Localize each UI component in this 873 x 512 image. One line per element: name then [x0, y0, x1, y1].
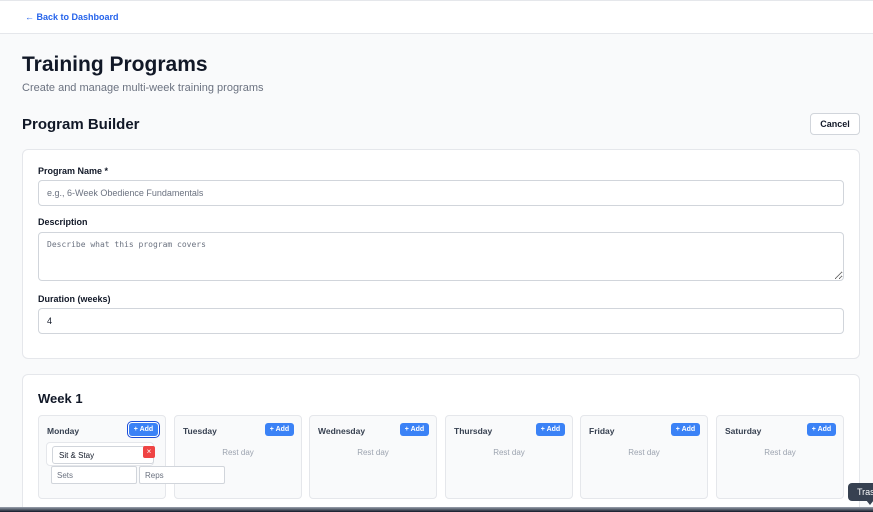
rest-day-label: Rest day [357, 448, 389, 457]
week-card: Week 1 Monday + Add × Tuesday + Add Rest… [22, 374, 860, 512]
program-builder-title: Program Builder [22, 116, 140, 133]
rest-day-label: Rest day [628, 448, 660, 457]
description-textarea[interactable] [38, 232, 844, 281]
add-exercise-button[interactable]: + Add [400, 423, 429, 436]
day-name: Monday [47, 426, 80, 436]
week-title: Week 1 [38, 391, 83, 406]
add-exercise-button[interactable]: + Add [129, 423, 158, 436]
description-label: Description [38, 217, 88, 227]
day-name: Tuesday [183, 426, 217, 436]
tooltip-arrow [866, 500, 873, 505]
day-name: Saturday [725, 426, 762, 436]
rest-day-label: Rest day [222, 448, 254, 457]
add-exercise-button[interactable]: + Add [265, 423, 294, 436]
day-column-monday: Monday + Add × [38, 415, 166, 499]
cancel-button[interactable]: Cancel [810, 113, 860, 135]
exercise-item: × [46, 442, 155, 466]
program-name-label: Program Name * [38, 166, 109, 176]
program-form-card: Program Name * Description Duration (wee… [22, 149, 860, 359]
bottom-edge [0, 507, 873, 512]
day-column-wednesday: Wednesday + Add Rest day [309, 415, 437, 499]
add-exercise-button[interactable]: + Add [807, 423, 836, 436]
rest-day-label: Rest day [493, 448, 525, 457]
day-column-friday: Friday + Add Rest day [580, 415, 708, 499]
exercise-name-input[interactable] [52, 446, 154, 464]
add-exercise-button[interactable]: + Add [671, 423, 700, 436]
page-subtitle: Create and manage multi-week training pr… [22, 82, 264, 94]
day-name: Thursday [454, 426, 493, 436]
duration-label: Duration (weeks) [38, 294, 111, 304]
day-column-tuesday: Tuesday + Add Rest day [174, 415, 302, 499]
day-column-thursday: Thursday + Add Rest day [445, 415, 573, 499]
page-title: Training Programs [22, 53, 208, 76]
program-name-input[interactable] [38, 180, 844, 206]
tooltip: Trash [848, 483, 873, 501]
top-bar: ← Back to Dashboard [0, 0, 873, 34]
duration-input[interactable] [38, 308, 844, 334]
day-name: Friday [589, 426, 615, 436]
reps-input[interactable] [139, 466, 225, 484]
day-name: Wednesday [318, 426, 366, 436]
day-column-saturday: Saturday + Add Rest day [716, 415, 844, 499]
remove-exercise-button[interactable]: × [143, 446, 155, 458]
sets-input[interactable] [51, 466, 137, 484]
add-exercise-button[interactable]: + Add [536, 423, 565, 436]
rest-day-label: Rest day [764, 448, 796, 457]
back-to-dashboard-link[interactable]: ← Back to Dashboard [25, 12, 119, 22]
